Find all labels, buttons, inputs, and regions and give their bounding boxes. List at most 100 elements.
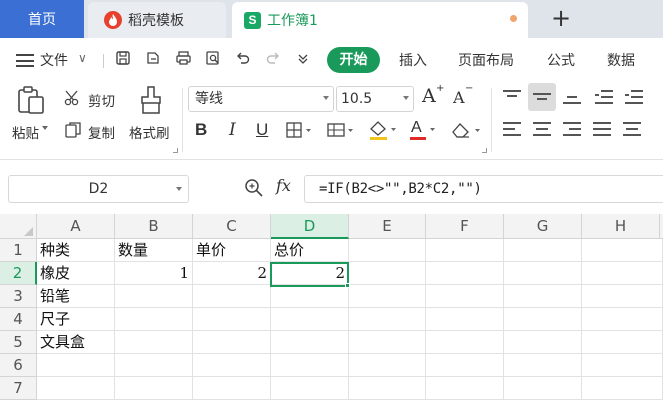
column-header-a[interactable]: A (37, 214, 115, 239)
cell-b3[interactable] (115, 285, 193, 308)
cell-e4[interactable] (349, 308, 426, 331)
row-header-4[interactable]: 4 (0, 308, 37, 331)
decrease-indent-icon[interactable] (595, 90, 613, 104)
paste-button[interactable]: 粘贴 (12, 122, 39, 142)
cell-a6[interactable] (37, 354, 115, 377)
cell-f7[interactable] (426, 377, 504, 400)
redo-icon[interactable] (263, 50, 283, 70)
cell-b4[interactable] (115, 308, 193, 331)
cell-b6[interactable] (115, 354, 193, 377)
cell-d3[interactable] (271, 285, 349, 308)
insert-function-button[interactable]: fx (276, 176, 291, 195)
row-header-5[interactable]: 5 (0, 331, 37, 354)
cell-f1[interactable] (426, 239, 504, 262)
row-header-1[interactable]: 1 (0, 239, 37, 262)
tab-page-layout[interactable]: 页面布局 (458, 50, 514, 70)
copy-button[interactable]: 复制 (88, 122, 115, 142)
justify-icon[interactable] (593, 122, 611, 136)
cell-h5[interactable] (582, 331, 663, 354)
cell-d1[interactable]: 总价 (271, 239, 349, 262)
font-color-icon[interactable]: A (408, 119, 440, 141)
increase-indent-icon[interactable] (625, 90, 643, 104)
column-header-b[interactable]: B (115, 214, 193, 239)
tab-insert[interactable]: 插入 (399, 50, 427, 70)
row-header-2[interactable]: 2 (0, 262, 37, 285)
cell-g7[interactable] (504, 377, 582, 400)
cut-button[interactable]: 剪切 (88, 90, 115, 110)
cell-d4[interactable] (271, 308, 349, 331)
select-all-corner[interactable] (0, 214, 37, 239)
column-header-h[interactable]: H (582, 214, 660, 239)
find-function-icon[interactable] (244, 178, 264, 198)
align-right-icon[interactable] (563, 122, 581, 136)
cell-e3[interactable] (349, 285, 426, 308)
cell-e5[interactable] (349, 331, 426, 354)
export-pdf-icon[interactable] (143, 50, 163, 70)
cell-f2[interactable] (426, 262, 504, 285)
font-name-select[interactable]: 等线 (188, 86, 334, 112)
underline-button[interactable]: U (256, 120, 268, 140)
clipboard-group-launcher-icon[interactable] (173, 148, 178, 153)
align-bottom-icon[interactable] (563, 90, 581, 104)
cell-h3[interactable] (582, 285, 663, 308)
format-painter-icon[interactable] (138, 85, 164, 115)
cell-fill-pattern-icon[interactable] (326, 121, 356, 139)
cell-a3[interactable]: 铅笔 (37, 285, 115, 308)
tab-formulas[interactable]: 公式 (547, 50, 575, 70)
print-preview-icon[interactable] (203, 50, 223, 70)
cell-a1[interactable]: 种类 (37, 239, 115, 262)
cell-g4[interactable] (504, 308, 582, 331)
cell-a7[interactable] (37, 377, 115, 400)
formula-input[interactable]: =IF(B2<>"",B2*C2,"") (304, 175, 663, 203)
fill-color-bucket-icon[interactable] (367, 119, 399, 141)
paste-dropdown-icon[interactable] (42, 126, 48, 130)
cell-f3[interactable] (426, 285, 504, 308)
tab-start[interactable]: 开始 (327, 47, 380, 73)
column-header-g[interactable]: G (504, 214, 582, 239)
cell-f5[interactable] (426, 331, 504, 354)
cell-h7[interactable] (582, 377, 663, 400)
align-top-icon[interactable] (503, 90, 521, 104)
tab-data[interactable]: 数据 (607, 50, 635, 70)
cell-g3[interactable] (504, 285, 582, 308)
column-header-f[interactable]: F (426, 214, 504, 239)
cell-a5[interactable]: 文具盒 (37, 331, 115, 354)
cell-c3[interactable] (193, 285, 271, 308)
cell-b2[interactable]: 1 (115, 262, 193, 285)
column-header-e[interactable]: E (349, 214, 426, 239)
cell-c4[interactable] (193, 308, 271, 331)
cell-f6[interactable] (426, 354, 504, 377)
cell-a4[interactable]: 尺子 (37, 308, 115, 331)
cell-a2[interactable]: 橡皮 (37, 262, 115, 285)
grow-font-button[interactable]: A (422, 85, 436, 107)
file-menu[interactable]: 文件 (40, 50, 68, 70)
column-header-d[interactable]: D (271, 214, 349, 239)
tab-template[interactable]: 稻壳模板 (88, 2, 226, 38)
cell-b5[interactable] (115, 331, 193, 354)
cell-d6[interactable] (271, 354, 349, 377)
cell-c1[interactable]: 单价 (193, 239, 271, 262)
cell-b1[interactable]: 数量 (115, 239, 193, 262)
paste-icon[interactable] (14, 84, 48, 116)
column-header-c[interactable]: C (193, 214, 271, 239)
cell-c5[interactable] (193, 331, 271, 354)
cell-c6[interactable] (193, 354, 271, 377)
cell-e6[interactable] (349, 354, 426, 377)
chevron-down-icon[interactable]: ∨ (78, 51, 87, 65)
cell-e7[interactable] (349, 377, 426, 400)
italic-button[interactable]: I (229, 120, 236, 140)
cell-c2[interactable]: 2 (193, 262, 271, 285)
menu-hamburger-icon[interactable] (16, 54, 34, 67)
row-header-3[interactable]: 3 (0, 285, 37, 308)
cell-c7[interactable] (193, 377, 271, 400)
print-icon[interactable] (173, 50, 193, 70)
format-painter-button[interactable]: 格式刷 (129, 122, 170, 142)
eraser-icon[interactable] (449, 120, 485, 140)
cell-h6[interactable] (582, 354, 663, 377)
cell-g2[interactable] (504, 262, 582, 285)
save-icon[interactable] (113, 50, 133, 70)
cell-b7[interactable] (115, 377, 193, 400)
cell-d7[interactable] (271, 377, 349, 400)
customize-toolbar-icon[interactable] (293, 50, 313, 70)
tab-home[interactable]: 首页 (0, 0, 84, 38)
